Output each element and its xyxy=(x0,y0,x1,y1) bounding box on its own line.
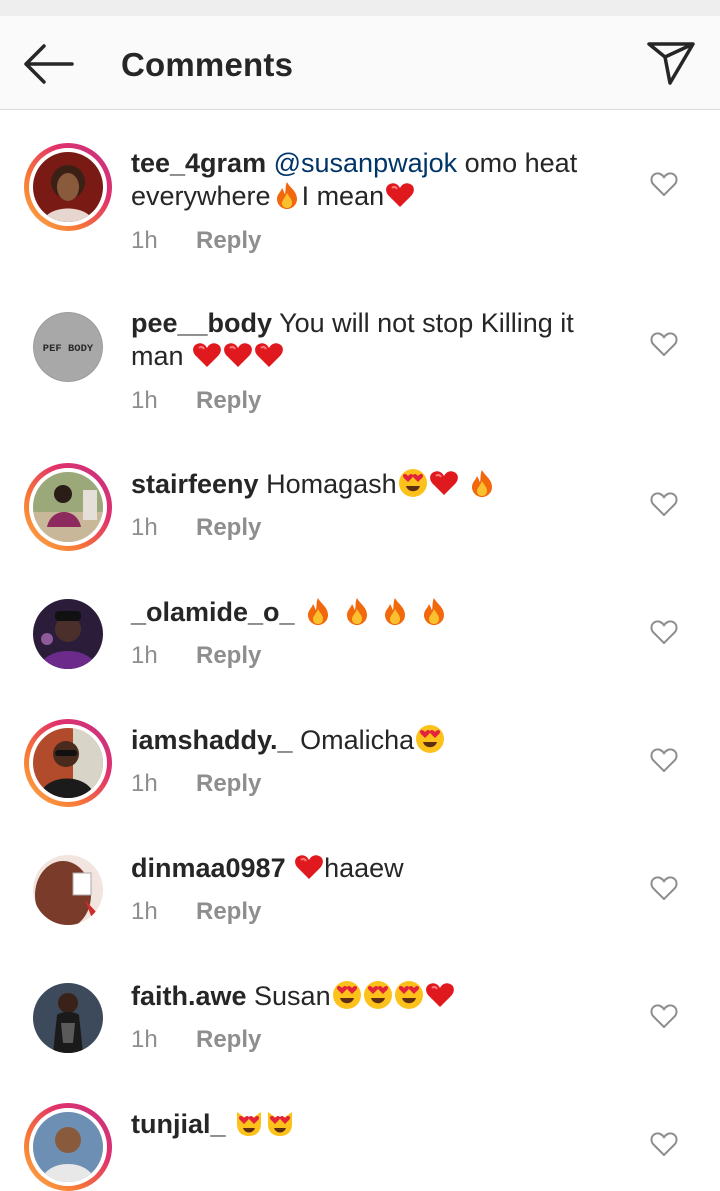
avatar-story-ring[interactable] xyxy=(24,719,112,807)
avatar xyxy=(33,728,103,798)
comment-time: 1h xyxy=(131,770,158,797)
comment-body-2: everywhere xyxy=(131,181,271,211)
heart-emoji-icon xyxy=(429,468,459,498)
page-title: Comments xyxy=(121,46,294,83)
paper-plane-icon xyxy=(647,42,695,85)
like-heart-icon[interactable] xyxy=(650,491,678,517)
avatar-story-ring[interactable] xyxy=(24,463,112,551)
like-heart-icon[interactable] xyxy=(650,331,678,357)
avatar[interactable] xyxy=(33,855,103,925)
app-header: Comments xyxy=(0,16,720,110)
comment-meta: 1h Reply xyxy=(131,387,261,415)
comment-text: tee_4gram @susanpwajok omo heat everywhe… xyxy=(131,147,601,213)
fire-emoji-icon xyxy=(272,180,302,210)
avatar-story-ring[interactable] xyxy=(24,1103,112,1191)
reply-button[interactable]: Reply xyxy=(196,770,261,797)
heart-emoji-icon xyxy=(192,340,222,370)
comment-text: pee__body You will not stop Killing it m… xyxy=(131,307,601,373)
like-heart-icon[interactable] xyxy=(650,747,678,773)
heart-emoji-icon xyxy=(294,852,324,882)
reply-button[interactable]: Reply xyxy=(196,898,261,925)
comment-body xyxy=(226,1109,234,1139)
arrow-left-icon xyxy=(24,44,74,84)
comment-meta: 1h Reply xyxy=(131,514,261,542)
comment-time: 1h xyxy=(131,642,158,669)
status-bar xyxy=(0,0,720,16)
comment-time: 1h xyxy=(131,1026,158,1053)
fire-emoji-icon xyxy=(467,468,497,498)
comment-text: faith.awe Susan xyxy=(131,980,601,1013)
comment-meta: 1h Reply xyxy=(131,642,261,670)
comment-mention[interactable]: @susanpwajok xyxy=(274,148,458,178)
heart-emoji-icon xyxy=(385,180,415,210)
fire-emoji-icon xyxy=(419,596,449,626)
comment-username[interactable]: faith.awe xyxy=(131,981,247,1011)
back-button[interactable] xyxy=(22,44,74,84)
fire-emoji-icon xyxy=(380,596,410,626)
heart-eyes-emoji-icon xyxy=(332,980,362,1010)
comment-body: Homagash xyxy=(258,469,397,499)
avatar-story-ring[interactable] xyxy=(24,143,112,231)
comment-username[interactable]: _olamide_o_ xyxy=(131,597,295,627)
comment-time: 1h xyxy=(131,898,158,925)
share-button[interactable] xyxy=(646,40,696,86)
avatar[interactable] xyxy=(33,599,103,669)
heart-eyes-cat-emoji-icon xyxy=(265,1108,295,1138)
reply-button[interactable]: Reply xyxy=(196,387,261,414)
comment-text: stairfeeny Homagash xyxy=(131,468,601,501)
comment-body: Susan xyxy=(246,981,331,1011)
comment-body xyxy=(295,597,303,627)
avatar xyxy=(33,1112,103,1182)
comment-text: _olamide_o_ xyxy=(131,596,601,629)
comment-username[interactable]: tunjial_ xyxy=(131,1109,226,1139)
like-heart-icon[interactable] xyxy=(650,1003,678,1029)
comment-text: iamshaddy._ Omalicha xyxy=(131,724,601,757)
comment-meta: 1h Reply xyxy=(131,770,261,798)
comment-body: haaew xyxy=(324,853,404,883)
comment-time: 1h xyxy=(131,227,158,254)
comment-username[interactable]: tee_4gram xyxy=(131,148,266,178)
comment-body-3: I mean xyxy=(301,181,385,211)
reply-button[interactable]: Reply xyxy=(196,642,261,669)
comment-text: dinmaa0987 haaew xyxy=(131,852,601,885)
reply-button[interactable]: Reply xyxy=(196,227,261,254)
comment-username[interactable]: stairfeeny xyxy=(131,469,259,499)
like-heart-icon[interactable] xyxy=(650,619,678,645)
comment-text: tunjial_ xyxy=(131,1108,601,1141)
like-heart-icon[interactable] xyxy=(650,1131,678,1157)
avatar xyxy=(33,472,103,542)
fire-emoji-icon xyxy=(303,596,333,626)
avatar-logo-text: PEF BODY xyxy=(43,343,94,355)
heart-eyes-emoji-icon xyxy=(415,724,445,754)
avatar xyxy=(33,152,103,222)
heart-eyes-cat-emoji-icon xyxy=(234,1108,264,1138)
like-heart-icon[interactable] xyxy=(650,171,678,197)
comment-meta: 1h Reply xyxy=(131,1026,261,1054)
heart-eyes-emoji-icon xyxy=(394,980,424,1010)
reply-button[interactable]: Reply xyxy=(196,514,261,541)
like-heart-icon[interactable] xyxy=(650,875,678,901)
comment-time: 1h xyxy=(131,387,158,414)
comment-body: omo heat xyxy=(457,148,578,178)
heart-emoji-icon xyxy=(425,980,455,1010)
heart-emoji-icon xyxy=(223,340,253,370)
heart-eyes-emoji-icon xyxy=(398,468,428,498)
comment-time: 1h xyxy=(131,514,158,541)
comment-body: Omalicha xyxy=(292,725,415,755)
heart-eyes-emoji-icon xyxy=(363,980,393,1010)
comment-meta: 1h Reply xyxy=(131,227,261,255)
reply-button[interactable]: Reply xyxy=(196,1026,261,1053)
comment-username[interactable]: pee__body xyxy=(131,308,272,338)
comment-meta: 1h Reply xyxy=(131,898,261,926)
avatar[interactable] xyxy=(33,983,103,1053)
comment-username[interactable]: iamshaddy._ xyxy=(131,725,293,755)
fire-emoji-icon xyxy=(342,596,372,626)
comment-username[interactable]: dinmaa0987 xyxy=(131,853,286,883)
heart-emoji-icon xyxy=(254,340,284,370)
avatar[interactable]: PEF BODY xyxy=(33,312,103,382)
